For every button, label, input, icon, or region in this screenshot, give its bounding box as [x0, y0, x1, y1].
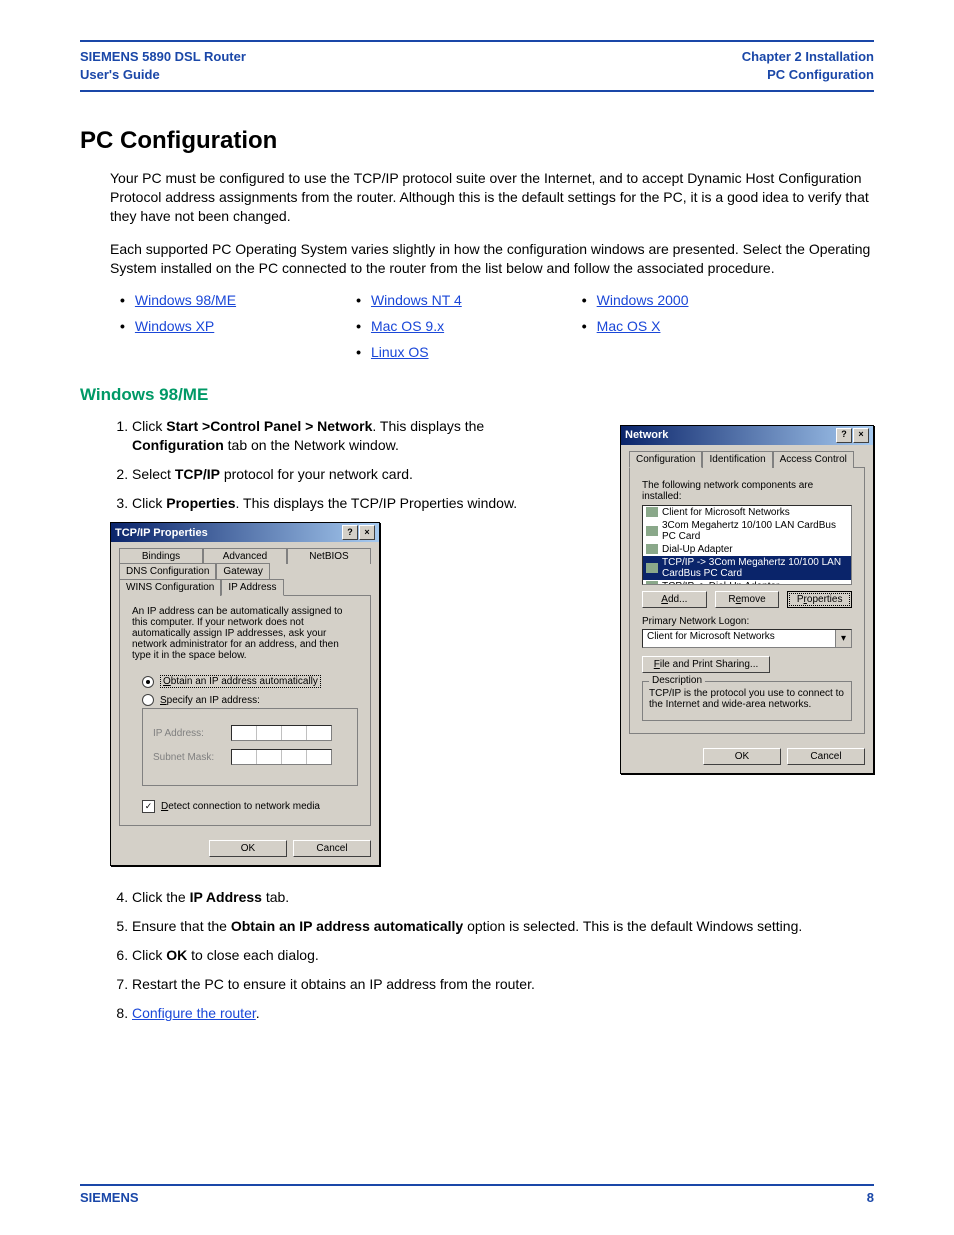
page-header: SIEMENS 5890 DSL Router User's Guide Cha…: [80, 40, 874, 92]
checkbox-detect-connection[interactable]: ✓: [142, 800, 155, 813]
network-ok-button[interactable]: OK: [703, 748, 781, 765]
protocol-icon: [646, 563, 658, 573]
link-windows-2000[interactable]: Windows 2000: [597, 292, 689, 308]
close-icon[interactable]: ×: [359, 525, 375, 540]
section-heading-windows-98-me: Windows 98/ME: [80, 385, 874, 405]
close-icon[interactable]: ×: [853, 428, 869, 443]
radio-specify-ip[interactable]: [142, 694, 154, 706]
tab-wins[interactable]: WINS Configuration: [119, 579, 221, 596]
components-listbox[interactable]: Client for Microsoft Networks 3Com Megah…: [642, 505, 852, 585]
list-item: Client for Microsoft Networks: [643, 506, 851, 519]
tcpip-ok-button[interactable]: OK: [209, 840, 287, 857]
intro-paragraph-2: Each supported PC Operating System varie…: [110, 240, 874, 278]
properties-button[interactable]: Properties: [787, 591, 852, 608]
os-link-list: Windows 98/ME Windows XP Windows NT 4 Ma…: [120, 292, 874, 360]
link-windows-nt4[interactable]: Windows NT 4: [371, 292, 462, 308]
subnet-mask-input[interactable]: [231, 749, 332, 765]
client-icon: [646, 507, 658, 517]
header-chapter: Chapter 2 Installation: [742, 48, 874, 66]
step-8: Configure the router.: [132, 1004, 874, 1023]
header-product: SIEMENS 5890 DSL Router: [80, 48, 246, 66]
description-text: TCP/IP is the protocol you use to connec…: [649, 688, 845, 710]
radio-obtain-auto[interactable]: [142, 676, 154, 688]
header-guide: User's Guide: [80, 66, 246, 84]
tab-netbios[interactable]: NetBIOS: [287, 548, 371, 564]
tab-bindings[interactable]: Bindings: [119, 548, 203, 564]
add-button[interactable]: Add...: [642, 591, 707, 608]
list-item: 3Com Megahertz 10/100 LAN CardBus PC Car…: [643, 519, 851, 543]
file-print-sharing-button[interactable]: File and Print Sharing...: [642, 656, 770, 673]
tcpip-instructions: An IP address can be automatically assig…: [132, 606, 358, 661]
tab-advanced[interactable]: Advanced: [203, 548, 287, 564]
help-icon[interactable]: ?: [342, 525, 358, 540]
adapter-icon: [646, 544, 658, 554]
tcpip-dialog-title: TCP/IP Properties: [115, 527, 208, 539]
step-3: Click Properties. This displays the TCP/…: [132, 494, 560, 513]
tab-gateway[interactable]: Gateway: [216, 563, 269, 579]
intro-paragraph-1: Your PC must be configured to use the TC…: [110, 169, 874, 226]
tcpip-properties-dialog: TCP/IP Properties ? × Bindings Advanced …: [110, 522, 380, 866]
link-windows-xp[interactable]: Windows XP: [135, 318, 214, 334]
checkbox-detect-label: Detect connection to network media: [161, 801, 320, 812]
network-dialog: Network ? × Configuration Identification…: [620, 425, 874, 774]
steps-list-bottom: Click the IP Address tab. Ensure that th…: [110, 888, 874, 1022]
step-7: Restart the PC to ensure it obtains an I…: [132, 975, 874, 994]
footer-page-number: 8: [867, 1190, 874, 1205]
help-icon[interactable]: ?: [836, 428, 852, 443]
link-mac-os-9[interactable]: Mac OS 9.x: [371, 318, 444, 334]
remove-button[interactable]: Remove: [715, 591, 780, 608]
description-label: Description: [649, 675, 705, 686]
primary-logon-label: Primary Network Logon:: [642, 616, 852, 627]
network-cancel-button[interactable]: Cancel: [787, 748, 865, 765]
tab-identification[interactable]: Identification: [702, 451, 772, 468]
radio-obtain-auto-label: Obtain an IP address automatically: [160, 675, 321, 688]
protocol-icon: [646, 581, 658, 585]
list-item: Dial-Up Adapter: [643, 543, 851, 556]
primary-logon-dropdown[interactable]: Client for Microsoft Networks ▾: [642, 629, 852, 648]
tab-access-control[interactable]: Access Control: [773, 451, 854, 468]
subnet-mask-label: Subnet Mask:: [153, 752, 223, 763]
tab-ip-address[interactable]: IP Address: [221, 579, 283, 596]
tab-dns[interactable]: DNS Configuration: [119, 563, 216, 579]
radio-specify-ip-label: Specify an IP address:: [160, 695, 260, 706]
steps-list-top: Click Start >Control Panel > Network. Th…: [110, 417, 560, 513]
tcpip-cancel-button[interactable]: Cancel: [293, 840, 371, 857]
link-linux-os[interactable]: Linux OS: [371, 344, 429, 360]
footer-brand: SIEMENS: [80, 1190, 139, 1205]
link-mac-os-x[interactable]: Mac OS X: [597, 318, 661, 334]
ip-address-label: IP Address:: [153, 728, 223, 739]
link-windows-98-me[interactable]: Windows 98/ME: [135, 292, 236, 308]
step-1: Click Start >Control Panel > Network. Th…: [132, 417, 560, 455]
page-footer: SIEMENS 8: [80, 1184, 874, 1205]
step-5: Ensure that the Obtain an IP address aut…: [132, 917, 874, 936]
adapter-icon: [646, 526, 658, 536]
list-item: TCP/IP -> Dial-Up Adapter: [643, 580, 851, 585]
step-4: Click the IP Address tab.: [132, 888, 874, 907]
ip-address-input[interactable]: [231, 725, 332, 741]
tab-configuration[interactable]: Configuration: [629, 451, 702, 468]
components-label: The following network components are ins…: [642, 480, 852, 502]
network-dialog-title: Network: [625, 429, 668, 441]
step-6: Click OK to close each dialog.: [132, 946, 874, 965]
list-item-selected: TCP/IP -> 3Com Megahertz 10/100 LAN Card…: [643, 556, 851, 580]
page-title: PC Configuration: [80, 127, 874, 155]
chevron-down-icon: ▾: [835, 630, 851, 647]
link-configure-router[interactable]: Configure the router: [132, 1005, 256, 1021]
step-2: Select TCP/IP protocol for your network …: [132, 465, 560, 484]
header-topic: PC Configuration: [742, 66, 874, 84]
